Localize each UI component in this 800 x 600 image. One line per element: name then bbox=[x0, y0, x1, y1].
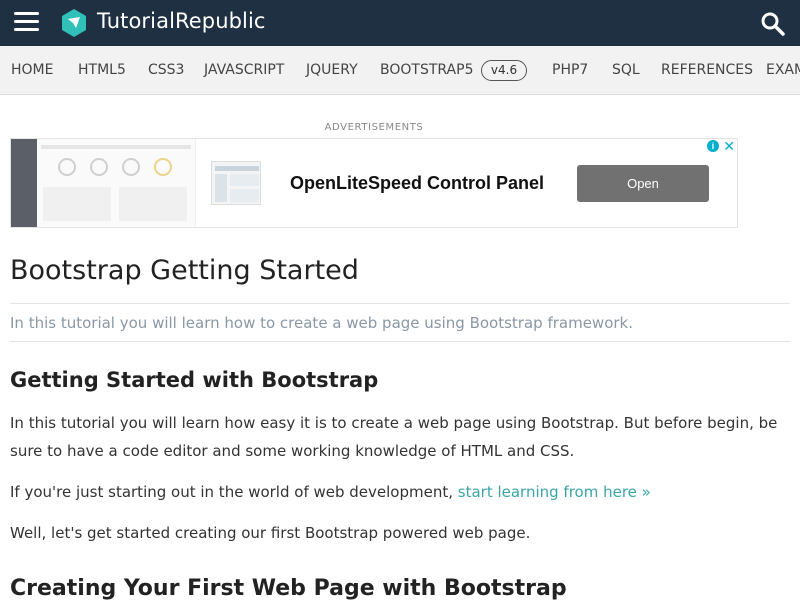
info-icon[interactable]: i bbox=[707, 140, 719, 152]
nav-item-references[interactable]: REFERENCES bbox=[661, 62, 753, 78]
nav-item-exam[interactable]: EXAM bbox=[766, 62, 800, 78]
divider bbox=[10, 341, 790, 342]
start-learning-link[interactable]: start learning from here » bbox=[458, 483, 651, 501]
beginner-text: If you're just starting out in the world… bbox=[10, 483, 458, 501]
ad-screenshot[interactable] bbox=[11, 139, 196, 227]
nav-item-bootstrap5[interactable]: BOOTSTRAP5 bbox=[380, 62, 473, 78]
beginner-paragraph: If you're just starting out in the world… bbox=[10, 478, 790, 506]
ad-label: ADVERTISEMENTS bbox=[324, 122, 424, 133]
hamburger-menu-icon[interactable] bbox=[14, 12, 39, 32]
divider bbox=[10, 303, 790, 304]
nav-item-home[interactable]: HOME bbox=[11, 62, 53, 78]
page-title: Bootstrap Getting Started bbox=[10, 255, 359, 286]
logo-icon[interactable] bbox=[59, 8, 89, 38]
ad-product-image[interactable] bbox=[211, 161, 261, 205]
brand-name[interactable]: TutorialRepublic bbox=[97, 9, 266, 33]
section-title: Creating Your First Web Page with Bootst… bbox=[10, 576, 567, 600]
getting-started-paragraph: Well, let's get started creating our fir… bbox=[10, 524, 531, 542]
ad-title[interactable]: OpenLiteSpeed Control Panel bbox=[290, 173, 544, 194]
nav-item-html5[interactable]: HTML5 bbox=[78, 62, 126, 78]
lead-text: In this tutorial you will learn how to c… bbox=[10, 314, 633, 332]
nav-item-jquery[interactable]: JQUERY bbox=[306, 62, 358, 78]
search-icon[interactable] bbox=[760, 11, 786, 37]
close-icon[interactable]: ✕ bbox=[723, 139, 735, 155]
nav-item-php7[interactable]: PHP7 bbox=[552, 62, 588, 78]
section-title: Getting Started with Bootstrap bbox=[10, 368, 379, 392]
top-header: TutorialRepublic bbox=[0, 0, 800, 46]
ad-banner[interactable]: OpenLiteSpeed Control Panel Open i ✕ bbox=[10, 138, 738, 228]
version-badge[interactable]: v4.6 bbox=[481, 60, 527, 81]
dashboard-preview-icon bbox=[41, 145, 191, 221]
ad-open-button[interactable]: Open bbox=[577, 165, 709, 202]
nav-item-css3[interactable]: CSS3 bbox=[148, 62, 184, 78]
intro-paragraph: In this tutorial you will learn how easy… bbox=[10, 414, 778, 460]
main-nav: HOME HTML5 CSS3 JAVASCRIPT JQUERY BOOTST… bbox=[0, 46, 800, 95]
nav-item-sql[interactable]: SQL bbox=[612, 62, 640, 78]
nav-item-javascript[interactable]: JAVASCRIPT bbox=[204, 62, 284, 78]
